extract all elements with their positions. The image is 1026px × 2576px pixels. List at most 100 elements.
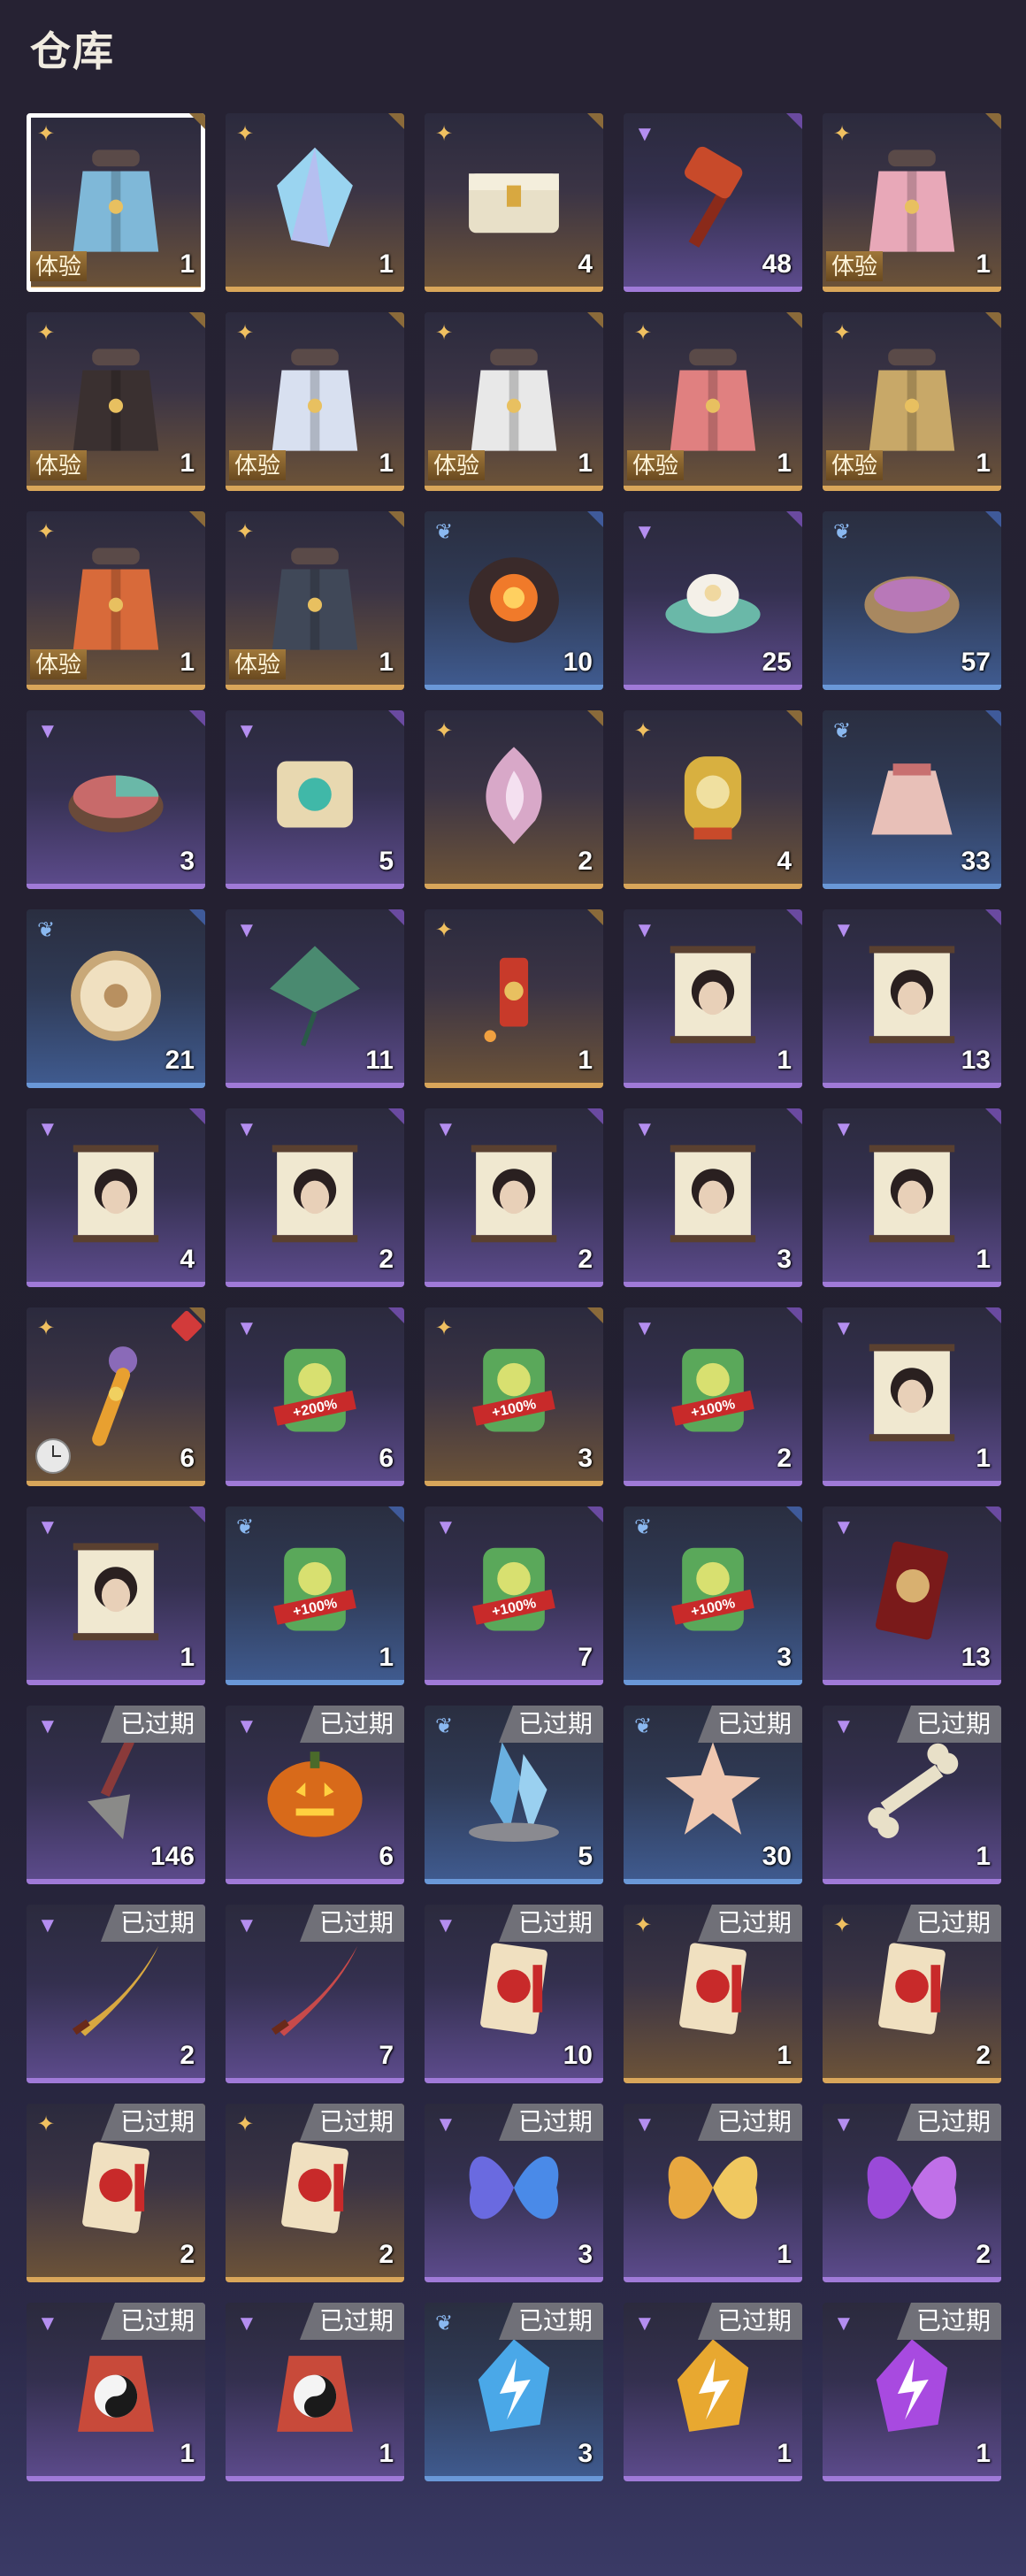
inventory-slot[interactable]: ▼ 5 (226, 710, 404, 889)
inventory-slot[interactable]: ❦ 已过期 3 (425, 2303, 603, 2481)
inventory-slot[interactable]: ❦ +100% 1 (226, 1506, 404, 1685)
inventory-slot[interactable]: ✦ 已过期 2 (823, 1905, 1001, 2083)
inventory-slot[interactable]: ▼ 已过期 2 (27, 1905, 205, 2083)
item-count: 4 (578, 249, 593, 279)
inventory-slot[interactable]: ▼ 已过期 1 (27, 2303, 205, 2481)
inventory-slot[interactable]: ▼ 13 (823, 1506, 1001, 1685)
slot-corner-marker (189, 312, 205, 328)
inventory-slot[interactable]: ❦ 21 (27, 909, 205, 1088)
inventory-slot[interactable]: ✦ 体验 1 (425, 312, 603, 491)
inventory-slot[interactable]: ▼ 1 (27, 1506, 205, 1685)
boost-token-icon: +200% (256, 1332, 374, 1451)
costume-black-gold-icon (57, 337, 175, 456)
inventory-slot[interactable]: ▼ 已过期 146 (27, 1706, 205, 1884)
purple-rarity-icon: ▼ (236, 2312, 257, 2335)
talisman-card-icon (654, 1929, 772, 2048)
portrait-scroll-icon (654, 1133, 772, 1252)
inventory-slot[interactable]: ❦ 33 (823, 710, 1001, 889)
ice-crystal-icon (455, 1730, 573, 1849)
inventory-slot[interactable]: ▼ 2 (425, 1108, 603, 1287)
slot-corner-marker (786, 1108, 802, 1124)
pouch-icon (853, 735, 971, 854)
gold-rarity-icon: ✦ (833, 122, 852, 146)
inventory-slot[interactable]: ▼ 48 (624, 113, 802, 292)
purple-rarity-icon: ▼ (37, 1117, 58, 1141)
slot-corner-marker (388, 1506, 404, 1522)
inventory-slot[interactable]: ❦ 已过期 30 (624, 1706, 802, 1884)
inventory-slot[interactable]: ✦ 体验 1 (823, 312, 1001, 491)
item-count: 1 (976, 1245, 991, 1274)
slot-corner-marker (587, 1108, 603, 1124)
inventory-slot[interactable]: ✦ 体验 1 (27, 113, 205, 292)
inventory-slot[interactable]: ✦ 体验 1 (27, 511, 205, 690)
costume-pink-dress-icon (853, 138, 971, 257)
blue-rarity-icon: ❦ (236, 1515, 255, 1539)
inventory-slot[interactable]: ✦ 已过期 2 (226, 2104, 404, 2282)
item-count: 1 (976, 2439, 991, 2468)
purple-rarity-icon: ▼ (236, 719, 257, 743)
gold-rarity-icon: ✦ (634, 321, 653, 345)
inventory-slot[interactable]: ▼ 已过期 1 (823, 2303, 1001, 2481)
slot-corner-marker (189, 909, 205, 925)
inventory-slot[interactable]: ▼ 已过期 1 (823, 1706, 1001, 1884)
page-title: 仓库 (30, 28, 115, 74)
inventory-slot[interactable]: ❦ +100% 3 (624, 1506, 802, 1685)
inventory-slot[interactable]: ▼ 已过期 1 (624, 2303, 802, 2481)
inventory-slot[interactable]: ✦ 体验 1 (823, 113, 1001, 292)
inventory-slot[interactable]: ▼ 3 (624, 1108, 802, 1287)
inventory-slot[interactable]: ❦ 57 (823, 511, 1001, 690)
inventory-slot[interactable]: ▼ 已过期 1 (624, 2104, 802, 2282)
expired-badge: 已过期 (697, 2303, 802, 2340)
inventory-slot[interactable]: ▼ 已过期 3 (425, 2104, 603, 2282)
inventory-slot[interactable]: ▼ 已过期 7 (226, 1905, 404, 2083)
yin-yang-pouch-icon (57, 2327, 175, 2446)
inventory-slot[interactable]: ▼ +200% 6 (226, 1307, 404, 1486)
inventory-slot[interactable]: ▼ 3 (27, 710, 205, 889)
item-count: 13 (961, 1643, 991, 1672)
trial-badge: 体验 (30, 251, 88, 281)
inventory-slot[interactable]: ✦ 体验 1 (27, 312, 205, 491)
inventory-slot[interactable]: ❦ 10 (425, 511, 603, 690)
inventory-slot[interactable]: ✦ 体验 1 (226, 312, 404, 491)
slot-corner-marker (786, 1506, 802, 1522)
inventory-slot[interactable]: ✦ 体验 1 (226, 511, 404, 690)
item-count: 7 (578, 1643, 593, 1672)
inventory-slot[interactable]: ▼ 2 (226, 1108, 404, 1287)
slot-corner-marker (985, 113, 1001, 129)
red-sword-icon (256, 1929, 374, 2048)
inventory-slot[interactable]: ▼ 4 (27, 1108, 205, 1287)
inventory-slot[interactable]: ▼ 1 (624, 909, 802, 1088)
item-count: 1 (180, 1643, 195, 1672)
inventory-slot[interactable]: ✦ 1 (226, 113, 404, 292)
inventory-slot[interactable]: ✦ +100% 3 (425, 1307, 603, 1486)
inventory-slot[interactable]: ▼ +100% 7 (425, 1506, 603, 1685)
item-count: 2 (379, 1245, 394, 1274)
inventory-slot[interactable]: ✦ 体验 1 (624, 312, 802, 491)
inventory-slot[interactable]: ✦ 4 (425, 113, 603, 292)
clock-icon (35, 1438, 71, 1474)
inventory-slot[interactable]: ▼ 已过期 10 (425, 1905, 603, 2083)
costume-blue-robe-icon (57, 138, 175, 257)
inventory-slot[interactable]: ▼ 1 (823, 1108, 1001, 1287)
item-count: 6 (379, 1444, 394, 1473)
gold-rarity-icon: ✦ (236, 520, 255, 544)
inventory-slot[interactable]: ▼ 1 (823, 1307, 1001, 1486)
expired-badge: 已过期 (100, 2104, 205, 2141)
purple-rarity-icon: ▼ (435, 1515, 456, 1539)
inventory-slot[interactable]: ▼ 11 (226, 909, 404, 1088)
inventory-slot[interactable]: ▼ 已过期 6 (226, 1706, 404, 1884)
inventory-slot[interactable]: ✦ 已过期 2 (27, 2104, 205, 2282)
inventory-slot[interactable]: ▼ 已过期 1 (226, 2303, 404, 2481)
inventory-slot[interactable]: ✦ 6 (27, 1307, 205, 1486)
inventory-slot[interactable]: ▼ 13 (823, 909, 1001, 1088)
inventory-slot[interactable]: ▼ 已过期 2 (823, 2104, 1001, 2282)
expired-badge: 已过期 (299, 2104, 404, 2141)
inventory-slot[interactable]: ▼ 25 (624, 511, 802, 690)
inventory-slot[interactable]: ✦ 4 (624, 710, 802, 889)
inventory-slot[interactable]: ✦ 已过期 1 (624, 1905, 802, 2083)
puzzle-piece-icon (256, 735, 374, 854)
inventory-slot[interactable]: ❦ 已过期 5 (425, 1706, 603, 1884)
inventory-slot[interactable]: ✦ 1 (425, 909, 603, 1088)
inventory-slot[interactable]: ▼ +100% 2 (624, 1307, 802, 1486)
inventory-slot[interactable]: ✦ 2 (425, 710, 603, 889)
